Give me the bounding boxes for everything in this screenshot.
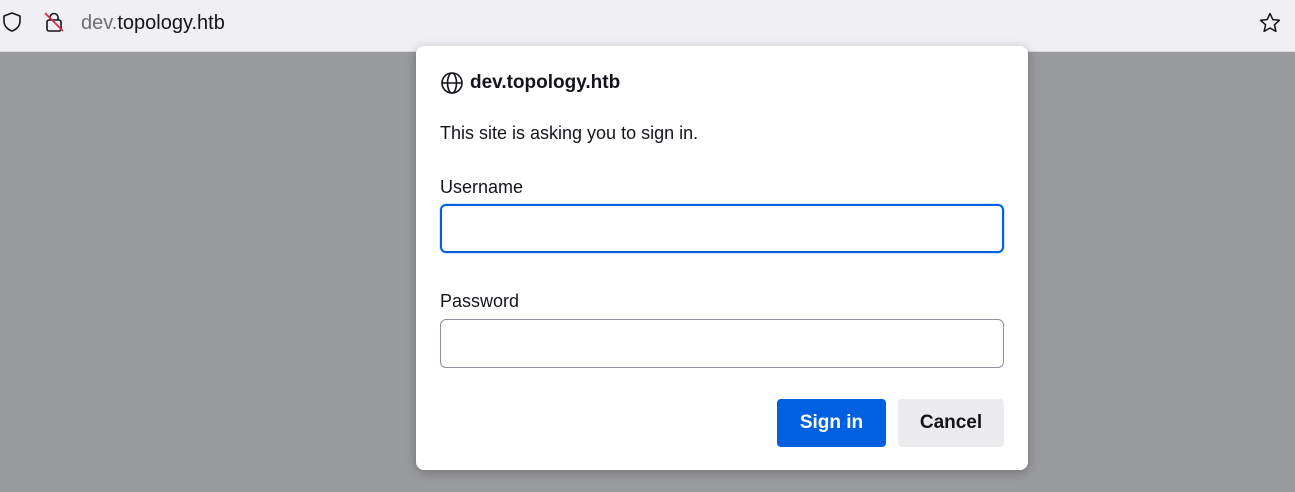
address-bar: dev.topology.htb [0, 0, 1295, 52]
dialog-header: dev.topology.htb [440, 71, 620, 95]
insecure-lock-icon[interactable] [43, 11, 65, 33]
auth-dialog: dev.topology.htb This site is asking you… [416, 46, 1028, 470]
shield-icon[interactable] [1, 11, 23, 33]
sign-in-button[interactable]: Sign in [777, 399, 886, 447]
url-subdomain: dev. [81, 12, 118, 34]
dialog-site-title: dev.topology.htb [470, 72, 621, 93]
password-input[interactable] [440, 319, 1004, 368]
password-label: Password [440, 291, 520, 311]
url-domain: topology.htb [117, 12, 225, 34]
globe-icon [440, 71, 464, 95]
bookmark-star-icon[interactable] [1258, 11, 1282, 35]
username-input[interactable] [440, 204, 1004, 253]
url-field[interactable]: dev.topology.htb [81, 11, 225, 35]
dialog-message: This site is asking you to sign in. [440, 123, 699, 143]
username-label: Username [440, 177, 524, 197]
cancel-button[interactable]: Cancel [898, 399, 1004, 447]
